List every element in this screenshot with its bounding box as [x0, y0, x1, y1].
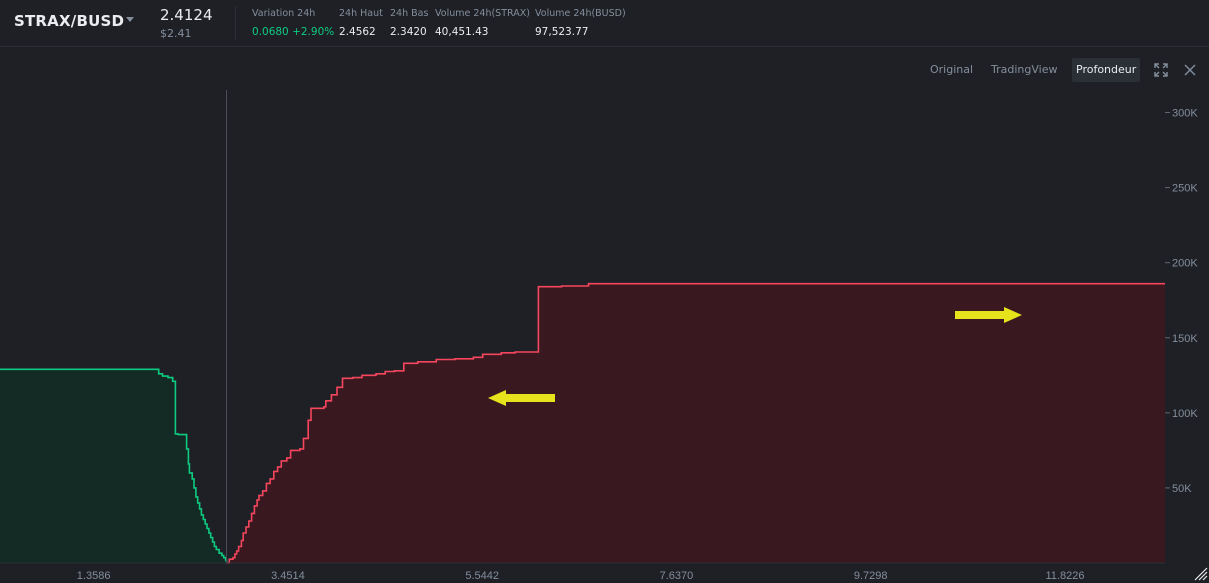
header-divider — [235, 6, 236, 40]
x-tick-label: 9.7298 — [854, 570, 888, 582]
bid-area — [0, 369, 227, 563]
resize-handle-icon[interactable] — [1194, 567, 1208, 581]
tab-tradingview[interactable]: TradingView — [987, 58, 1061, 82]
stat-value-volume-base: 40,451.43 — [435, 26, 489, 38]
ask-area — [226, 283, 1165, 563]
stat-value-change: 0.0680 +2.90% — [252, 26, 335, 38]
stat-label-change: Variation 24h — [252, 8, 316, 19]
y-tick-label: 150K — [1172, 333, 1198, 345]
last-price: 2.4124 — [160, 6, 213, 24]
stat-value-volume-quote: 97,523.77 — [535, 26, 589, 38]
depth-chart: 50K 100K 150K 200K 250K 300K 1.3586 3.4514 5.54… — [0, 90, 1208, 582]
x-tick-label: 11.8226 — [1046, 570, 1085, 582]
x-tick-label: 3.4514 — [271, 570, 305, 582]
fullscreen-icon[interactable] — [1153, 62, 1169, 78]
last-price-usd: $2.41 — [160, 27, 192, 40]
y-tick-label: 250K — [1172, 183, 1198, 195]
pair-selector[interactable]: STRAX/BUSD — [14, 12, 124, 30]
stat-label-high: 24h Haut — [339, 8, 383, 19]
stat-label-volume-base: Volume 24h(STRAX) — [435, 8, 530, 19]
y-tick-label: 300K — [1172, 108, 1198, 120]
stat-label-low: 24h Bas — [390, 8, 429, 19]
y-tick-label: 200K — [1172, 258, 1198, 270]
stat-label-volume-quote: Volume 24h(BUSD) — [535, 8, 626, 19]
y-axis: 50K 100K 150K 200K 250K 300K — [1165, 108, 1198, 495]
caret-down-icon[interactable] — [126, 17, 134, 22]
x-tick-label: 5.5442 — [465, 570, 499, 582]
x-tick-label: 7.6370 — [660, 570, 694, 582]
stat-value-low: 2.3420 — [390, 26, 427, 38]
y-tick-label: 100K — [1172, 408, 1198, 420]
x-tick-label: 1.3586 — [77, 570, 111, 582]
stat-value-high: 2.4562 — [339, 26, 376, 38]
ticker-header: STRAX/BUSD 2.4124 $2.41 Variation 24h 0.… — [0, 0, 1209, 47]
x-axis: 1.3586 3.4514 5.5442 7.6370 9.7298 11.8226 — [0, 562, 1165, 582]
tab-original[interactable]: Original — [926, 58, 977, 82]
close-icon[interactable] — [1182, 62, 1198, 78]
tab-profondeur[interactable]: Profondeur — [1072, 58, 1141, 82]
y-tick-label: 50K — [1172, 483, 1192, 495]
